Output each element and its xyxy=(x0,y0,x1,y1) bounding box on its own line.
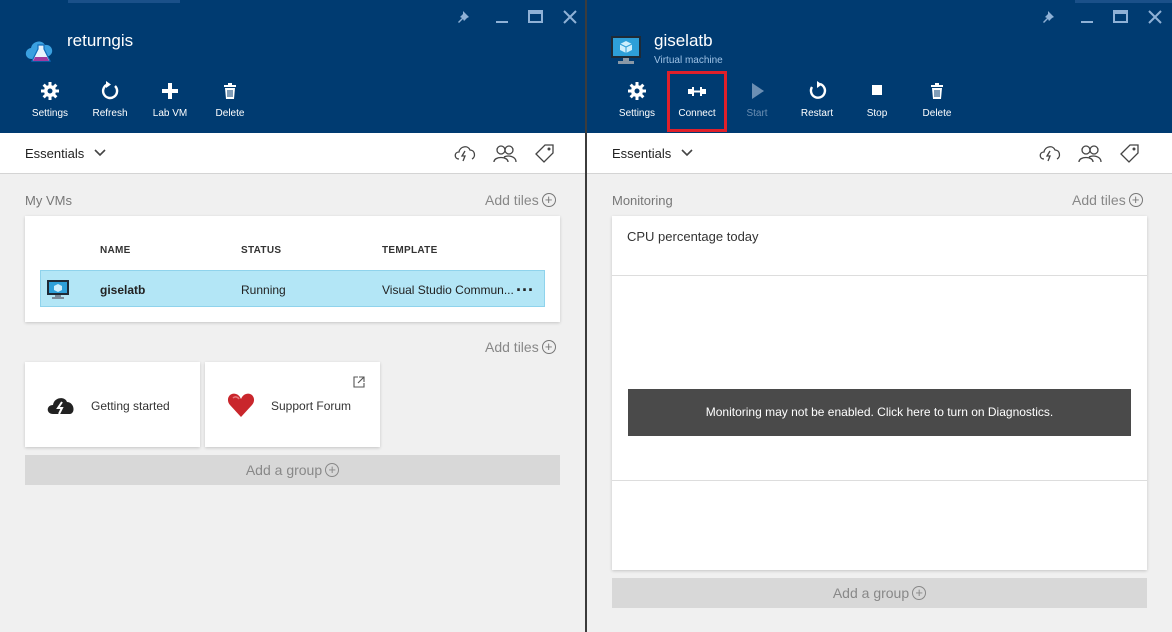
column-header-name[interactable]: NAME xyxy=(100,245,131,256)
settings-button[interactable]: Settings xyxy=(20,80,80,119)
cloud-lightning-icon[interactable] xyxy=(452,142,478,164)
close-icon[interactable] xyxy=(560,7,580,27)
add-tiles-label: Add tiles xyxy=(485,339,539,355)
essentials-bar: Essentials xyxy=(587,133,1172,174)
add-circle-icon: + xyxy=(541,193,556,207)
enable-diagnostics-banner[interactable]: Monitoring may not be enabled. Click her… xyxy=(628,389,1131,436)
add-tiles-button[interactable]: Add tiles + xyxy=(1072,192,1143,208)
column-header-status[interactable]: STATUS xyxy=(241,245,281,256)
virtual-machine-icon xyxy=(611,36,641,64)
column-header-template[interactable]: TEMPLATE xyxy=(382,245,438,256)
header-accent-strip xyxy=(1075,0,1172,3)
cpu-card-title: CPU percentage today xyxy=(627,229,759,244)
delete-label: Delete xyxy=(215,108,245,119)
chevron-down-icon[interactable] xyxy=(94,148,106,158)
refresh-icon xyxy=(101,81,119,100)
add-lab-vm-button[interactable]: Lab VM xyxy=(140,80,200,119)
essentials-toggle[interactable]: Essentials xyxy=(25,146,84,161)
add-circle-icon: + xyxy=(541,340,556,354)
essentials-bar: Essentials xyxy=(0,133,585,174)
restart-button[interactable]: Restart xyxy=(787,80,847,119)
stop-button[interactable]: Stop xyxy=(847,80,907,119)
connect-highlight-box xyxy=(667,71,727,132)
close-icon[interactable] xyxy=(1145,7,1165,27)
add-tiles-label: Add tiles xyxy=(1072,192,1126,208)
stop-label: Stop xyxy=(866,108,888,119)
support-forum-label: Support Forum xyxy=(271,399,352,413)
lab-vm-label: Lab VM xyxy=(152,108,188,119)
blade-title: giselatb xyxy=(654,31,713,50)
users-icon[interactable] xyxy=(492,142,518,164)
settings-label: Settings xyxy=(618,108,656,119)
blade-giselatb: giselatb Virtual machine Settings Connec… xyxy=(587,0,1172,632)
cpu-percentage-card[interactable]: CPU percentage today Monitoring may not … xyxy=(612,216,1147,570)
refresh-button[interactable]: Refresh xyxy=(80,80,140,119)
tag-icon[interactable] xyxy=(1117,142,1143,164)
start-label: Start xyxy=(746,108,768,119)
tag-icon[interactable] xyxy=(532,142,558,164)
blade-subtitle: Virtual machine xyxy=(654,55,723,66)
my-vms-table: NAME STATUS TEMPLATE giselatb Running Vi… xyxy=(25,216,560,322)
pin-icon[interactable] xyxy=(1040,7,1060,27)
add-group-button[interactable]: Add a group + xyxy=(25,455,560,485)
cloud-lightning-icon xyxy=(47,398,74,415)
delete-button[interactable]: Delete xyxy=(907,80,967,119)
minimize-icon[interactable] xyxy=(1077,7,1097,27)
minimize-icon[interactable] xyxy=(492,7,512,27)
add-group-button[interactable]: Add a group + xyxy=(612,578,1147,608)
plus-icon xyxy=(162,83,178,99)
chevron-down-icon[interactable] xyxy=(681,148,693,158)
devtest-lab-icon xyxy=(25,41,53,62)
play-icon xyxy=(752,83,764,99)
vm-template: Visual Studio Commun... xyxy=(382,283,514,297)
vm-name: giselatb xyxy=(100,283,146,297)
restart-label: Restart xyxy=(800,108,834,119)
heart-icon xyxy=(227,393,255,417)
maximize-icon[interactable] xyxy=(526,7,546,27)
getting-started-label: Getting started xyxy=(91,399,170,413)
my-vms-label: My VMs xyxy=(25,193,72,208)
trash-icon xyxy=(931,83,943,99)
table-row[interactable]: giselatb Running Visual Studio Commun...… xyxy=(40,270,545,307)
trash-icon xyxy=(224,83,236,99)
more-options-button[interactable]: ... xyxy=(516,275,534,296)
cloud-lightning-icon[interactable] xyxy=(1037,142,1063,164)
gear-icon xyxy=(41,82,59,100)
gear-icon xyxy=(628,82,646,100)
add-tiles-button-2[interactable]: Add tiles + xyxy=(485,339,556,355)
add-group-label: Add a group xyxy=(832,585,910,601)
add-tiles-label: Add tiles xyxy=(485,192,539,208)
users-icon[interactable] xyxy=(1077,142,1103,164)
external-link-icon xyxy=(353,376,365,388)
essentials-toggle[interactable]: Essentials xyxy=(612,146,671,161)
blade-title: returngis xyxy=(67,31,134,50)
add-group-label: Add a group xyxy=(245,462,323,478)
blade-header: returngis Settings Refresh Lab VM Delete xyxy=(0,0,585,133)
getting-started-tile[interactable]: Getting started xyxy=(25,362,200,447)
card-divider xyxy=(612,480,1147,481)
maximize-icon[interactable] xyxy=(1111,7,1131,27)
delete-button[interactable]: Delete xyxy=(200,80,260,119)
support-forum-tile[interactable]: Support Forum xyxy=(205,362,380,447)
restart-icon xyxy=(809,81,827,99)
header-accent-strip xyxy=(68,0,180,3)
pin-icon[interactable] xyxy=(455,7,475,27)
settings-label: Settings xyxy=(31,108,69,119)
refresh-label: Refresh xyxy=(92,108,128,119)
settings-button[interactable]: Settings xyxy=(607,80,667,119)
monitoring-label: Monitoring xyxy=(612,193,673,208)
blade-header: giselatb Virtual machine Settings Connec… xyxy=(587,0,1172,133)
vm-status: Running xyxy=(241,283,286,297)
virtual-machine-icon xyxy=(47,280,69,299)
add-circle-icon: + xyxy=(1128,193,1143,207)
add-circle-icon: + xyxy=(912,586,927,600)
add-circle-icon: + xyxy=(325,463,340,477)
stop-icon xyxy=(872,85,882,95)
card-divider xyxy=(612,275,1147,276)
start-button[interactable]: Start xyxy=(727,80,787,119)
blade-returngis: returngis Settings Refresh Lab VM Delete… xyxy=(0,0,585,632)
delete-label: Delete xyxy=(922,108,952,119)
add-tiles-button[interactable]: Add tiles + xyxy=(485,192,556,208)
